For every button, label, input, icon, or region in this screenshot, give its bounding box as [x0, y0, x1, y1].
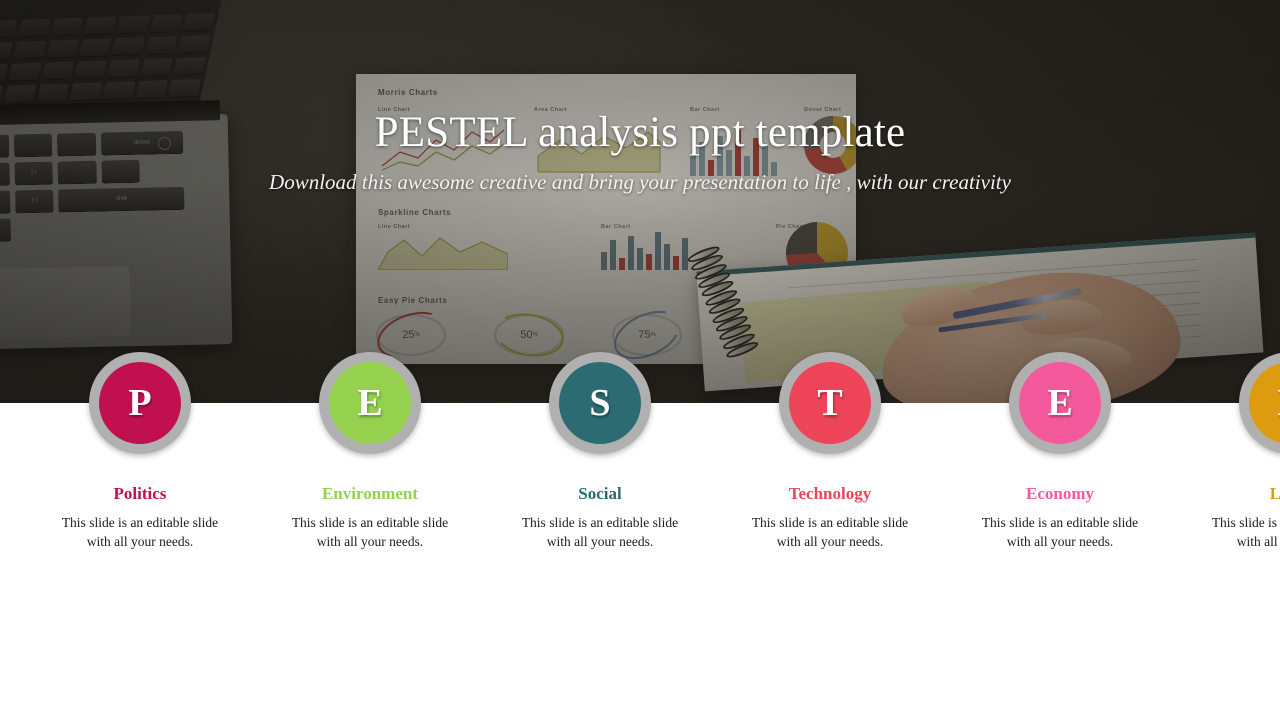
pestel-label-economy: Economy [1026, 484, 1094, 503]
pestel-label-environment: Environment [321, 484, 419, 503]
pestel-label-politics: Politics [113, 484, 167, 503]
badge-ring-social[interactable]: S [549, 352, 651, 454]
badge-letter-s: S [559, 362, 641, 444]
badge-letter-l: L [1249, 362, 1280, 444]
pestel-items-row: P Politics This slide is an editable sli… [0, 352, 1280, 551]
presentation-slide: delete { [ } ] | \ enter return ? / shif… [0, 0, 1280, 720]
photo-overlay-darken [0, 0, 1280, 403]
page-title: PESTEL analysis ppt template [374, 109, 906, 156]
pestel-label-social: Social [578, 484, 622, 503]
page-subtitle: Download this awesome creative and bring… [269, 170, 1011, 194]
pestel-item-legal[interactable]: L Legal This slide is an editable slide … [1200, 352, 1280, 551]
pestel-item-environment[interactable]: E Environment This slide is an editable … [280, 352, 460, 551]
badge-letter-e: E [329, 362, 411, 444]
pestel-desc-economy: This slide is an editable slide with all… [981, 515, 1139, 549]
background-photo: delete { [ } ] | \ enter return ? / shif… [0, 0, 1280, 403]
pestel-desc-technology: This slide is an editable slide with all… [751, 515, 909, 549]
pestel-label-legal: Legal [1269, 484, 1280, 503]
pestel-item-social[interactable]: S Social This slide is an editable slide… [510, 352, 690, 551]
badge-ring-legal[interactable]: L [1239, 352, 1280, 454]
pestel-desc-legal: This slide is an editable slide with all… [1211, 515, 1280, 549]
badge-letter-e2: E [1019, 362, 1101, 444]
pestel-item-economy[interactable]: E Economy This slide is an editable slid… [970, 352, 1150, 551]
pestel-item-technology[interactable]: T Technology This slide is an editable s… [740, 352, 920, 551]
badge-ring-environment[interactable]: E [319, 352, 421, 454]
pestel-label-technology: Technology [788, 484, 872, 503]
pestel-desc-politics: This slide is an editable slide with all… [61, 515, 219, 549]
badge-ring-economy[interactable]: E [1009, 352, 1111, 454]
badge-letter-p: P [99, 362, 181, 444]
headline-block: PESTEL analysis ppt template Download th… [0, 106, 1280, 196]
pestel-item-politics[interactable]: P Politics This slide is an editable sli… [50, 352, 230, 551]
pestel-desc-environment: This slide is an editable slide with all… [291, 515, 449, 549]
badge-letter-t: T [789, 362, 871, 444]
pestel-desc-social: This slide is an editable slide with all… [521, 515, 679, 549]
badge-ring-politics[interactable]: P [89, 352, 191, 454]
badge-ring-technology[interactable]: T [779, 352, 881, 454]
